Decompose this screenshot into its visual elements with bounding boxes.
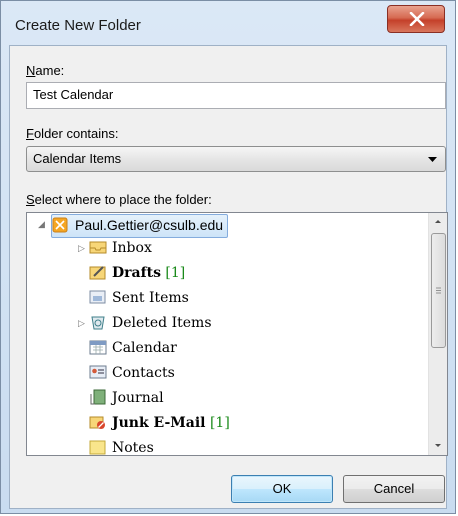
tree-item-sent-items[interactable]: Sent Items	[89, 287, 189, 309]
dialog-body: Name: Test Calendar Folder contains: Cal…	[9, 45, 448, 509]
create-new-folder-dialog: Create New Folder Name: Test Calendar Fo…	[0, 0, 456, 514]
grip-icon	[436, 287, 441, 294]
tree-item-inbox[interactable]: Inbox	[89, 237, 152, 259]
chevron-up-icon	[435, 220, 441, 223]
close-icon	[409, 12, 425, 26]
location-label: Select where to place the folder:	[26, 192, 212, 207]
title-bar[interactable]: Create New Folder	[1, 1, 455, 45]
name-input[interactable]: Test Calendar	[26, 82, 446, 109]
tree-item-calendar[interactable]: Calendar	[89, 337, 177, 359]
journal-icon	[89, 389, 107, 405]
tree-item-deleted-items[interactable]: Deleted Items	[89, 312, 212, 334]
junk-email-icon	[89, 414, 107, 430]
expand-arrow-icon[interactable]: ▷	[78, 318, 85, 329]
chevron-down-icon	[428, 157, 437, 162]
tree-item-journal[interactable]: Journal	[89, 387, 164, 409]
tree-root-account[interactable]: Paul.Gettier@csulb.edu	[51, 214, 229, 238]
tree-item-drafts[interactable]: Drafts [1]	[89, 262, 185, 284]
close-button[interactable]	[387, 5, 445, 33]
scroll-down-button[interactable]	[429, 437, 447, 454]
drafts-icon	[89, 264, 107, 280]
cancel-button[interactable]: Cancel	[343, 475, 445, 503]
folder-contains-value: Calendar Items	[33, 151, 122, 166]
tree-scrollbar[interactable]	[428, 213, 447, 455]
folder-contains-label: Folder contains:	[26, 126, 119, 141]
deleted-items-icon	[89, 314, 107, 330]
tree-item-notes[interactable]: Notes	[89, 437, 154, 455]
folder-tree[interactable]: ◢ Paul.Gettier@csulb.edu ▷ Inbox Drafts …	[26, 212, 448, 456]
chevron-down-icon	[435, 444, 441, 447]
tree-item-junk-email[interactable]: Junk E-Mail [1]	[89, 412, 230, 434]
dialog-title: Create New Folder	[15, 17, 141, 34]
scroll-up-button[interactable]	[429, 213, 447, 230]
expand-arrow-icon[interactable]: ▷	[78, 243, 85, 254]
scroll-thumb[interactable]	[431, 233, 446, 348]
contacts-icon	[89, 364, 107, 380]
ok-button[interactable]: OK	[231, 475, 333, 503]
collapse-arrow-icon[interactable]: ◢	[38, 219, 45, 230]
sent-items-icon	[89, 289, 107, 305]
notes-icon	[89, 439, 107, 455]
tree-item-contacts[interactable]: Contacts	[89, 362, 175, 384]
folder-contains-select[interactable]: Calendar Items	[26, 146, 446, 172]
account-icon	[52, 217, 70, 233]
inbox-icon	[89, 239, 107, 255]
name-label: Name:	[26, 63, 65, 78]
calendar-icon	[89, 339, 107, 355]
